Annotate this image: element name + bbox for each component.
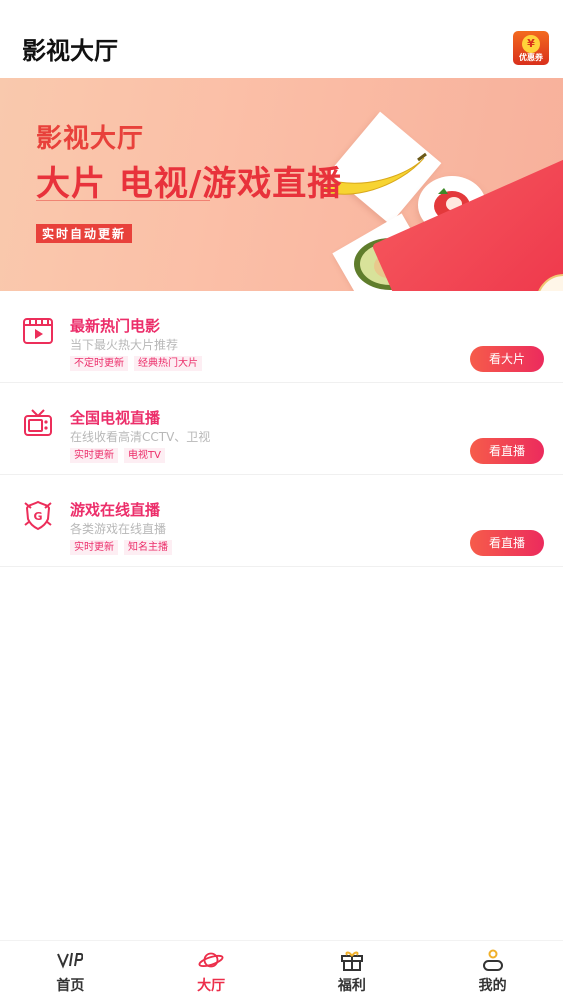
gift-icon: [339, 949, 365, 971]
tag-list: 实时更新 知名主播: [70, 540, 172, 555]
promo-banner[interactable]: 影视大厅 大片 电视/游戏直播 实时自动更新: [0, 78, 563, 291]
tv-icon: [24, 409, 52, 436]
nav-welfare[interactable]: 福利: [282, 941, 423, 1000]
tag: 经典热门大片: [134, 356, 202, 371]
list-item-movies[interactable]: 最新热门电影 当下最火热大片推荐 不定时更新 经典热门大片 看大片: [0, 291, 563, 383]
coupon-label: 优惠券: [519, 53, 543, 62]
nav-mine-label: 我的: [478, 978, 507, 994]
tag-list: 不定时更新 经典热门大片: [70, 356, 202, 371]
list-item-games[interactable]: G 游戏在线直播 各类游戏在线直播 实时更新 知名主播 看直播: [0, 475, 563, 567]
watch-tv-live-button[interactable]: 看直播: [470, 438, 544, 464]
item-subtitle: 当下最火热大片推荐: [70, 338, 179, 352]
nav-mine[interactable]: 我的: [422, 941, 563, 1000]
planet-icon: [198, 949, 224, 971]
nav-hall[interactable]: 大厅: [141, 941, 282, 1000]
nav-hall-label: 大厅: [197, 978, 226, 994]
tag: 实时更新: [70, 448, 118, 463]
item-title: 全国电视直播: [70, 409, 161, 427]
coin-icon: ¥: [522, 35, 540, 53]
divider: [36, 200, 210, 201]
tag-list: 实时更新 电视TV: [70, 448, 165, 463]
tag: 实时更新: [70, 540, 118, 555]
nav-home-label: 首页: [56, 978, 85, 994]
status-bar: [0, 0, 563, 18]
nav-home[interactable]: 首页: [0, 941, 141, 1000]
tag: 电视TV: [124, 448, 165, 463]
tag: 知名主播: [124, 540, 172, 555]
nav-welfare-label: 福利: [337, 978, 366, 994]
game-shield-icon: G: [24, 500, 52, 531]
vip-icon: [57, 949, 84, 971]
tag: 不定时更新: [70, 356, 128, 371]
item-subtitle: 各类游戏在线直播: [70, 522, 167, 536]
bottom-nav: 首页 大厅 福利 我的: [0, 940, 563, 1000]
watch-game-live-button[interactable]: 看直播: [470, 530, 544, 556]
item-title: 最新热门电影: [70, 317, 161, 335]
svg-text:G: G: [33, 510, 42, 523]
item-title: 游戏在线直播: [70, 501, 161, 519]
banner-headline: 大片 电视/游戏直播: [36, 164, 343, 204]
list-item-tv[interactable]: 全国电视直播 在线收看高清CCTV、卫视 实时更新 电视TV 看直播: [0, 383, 563, 475]
item-subtitle: 在线收看高清CCTV、卫视: [70, 430, 211, 444]
user-icon: [480, 949, 506, 971]
coupon-button[interactable]: ¥ 优惠券: [513, 31, 549, 65]
page-title: 影视大厅: [22, 36, 118, 65]
feature-list: 最新热门电影 当下最火热大片推荐 不定时更新 经典热门大片 看大片 全国电视直播…: [0, 291, 563, 567]
banner-tag: 实时自动更新: [36, 224, 133, 243]
header: 影视大厅 ¥ 优惠券: [0, 18, 563, 78]
film-icon: [23, 318, 53, 344]
watch-movies-button[interactable]: 看大片: [470, 346, 544, 372]
banner-title: 影视大厅: [36, 124, 145, 154]
